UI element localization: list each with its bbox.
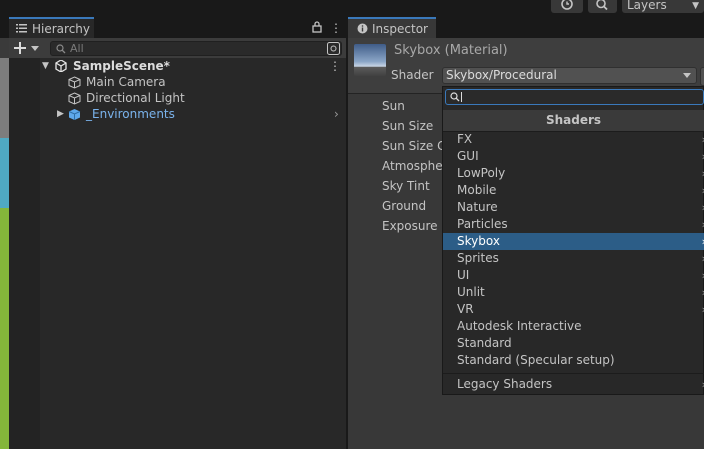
shader-label: Shader: [391, 68, 434, 82]
shader-menu-item-fx[interactable]: FX›: [443, 131, 704, 148]
hierarchy-item-label: Directional Light: [86, 91, 185, 105]
hierarchy-item-environments[interactable]: ▶ _Environments ›: [57, 106, 347, 122]
shader-menu-item-ui[interactable]: UI›: [443, 267, 704, 284]
menu-item-label: Sprites: [457, 251, 499, 265]
shader-menu-item-autodesk-interactive[interactable]: Autodesk Interactive: [443, 318, 704, 335]
shader-menu-item-skybox[interactable]: Skybox›: [443, 233, 704, 250]
menu-item-label: Legacy Shaders: [457, 377, 553, 391]
shader-menu-item-particles[interactable]: Particles›: [443, 216, 704, 233]
layers-label: Layers: [627, 0, 667, 12]
property-sun-size-convergence: Sun Size C: [382, 139, 442, 153]
inspector-tabbar: [436, 17, 704, 38]
hierarchy-gutter: [9, 58, 40, 449]
shader-popup-title: Shaders: [443, 110, 704, 131]
shader-menu-item-vr[interactable]: VR›: [443, 301, 704, 318]
menu-item-label: LowPoly: [457, 166, 506, 180]
menu-item-label: VR: [457, 302, 474, 316]
menu-item-label: Standard (Specular setup): [457, 353, 615, 367]
hierarchy-item-directional-light[interactable]: Directional Light: [68, 90, 338, 106]
search-button[interactable]: [588, 0, 617, 13]
hierarchy-item-label: Main Camera: [86, 75, 166, 89]
hierarchy-item-label: _Environments: [86, 107, 175, 121]
property-atmosphere-thickness: Atmospher: [382, 159, 442, 173]
gameobject-icon: [68, 76, 81, 89]
text-cursor: [461, 92, 462, 102]
menu-item-label: Particles: [457, 217, 508, 231]
menu-item-label: Unlit: [457, 285, 485, 299]
divider: [443, 373, 704, 374]
menu-item-label: FX: [457, 132, 473, 146]
shader-search-input[interactable]: [445, 89, 704, 105]
shader-menu-item-legacy-shaders[interactable]: Legacy Shaders›: [443, 376, 704, 393]
open-prefab-arrow-icon[interactable]: ›: [334, 106, 339, 122]
menu-item-label: Autodesk Interactive: [457, 319, 582, 333]
tab-hierarchy[interactable]: Hierarchy: [9, 17, 94, 38]
edit-shader-button[interactable]: [700, 67, 704, 86]
tab-inspector[interactable]: Inspector: [348, 17, 436, 38]
hierarchy-menu-icon[interactable]: ⋮: [330, 21, 342, 35]
hierarchy-search-placeholder: All: [70, 42, 84, 55]
search-icon: [450, 92, 460, 102]
shader-menu-item-sprites[interactable]: Sprites›: [443, 250, 704, 267]
shader-menu-item-standard[interactable]: Standard: [443, 335, 704, 352]
material-preview-thumbnail: [354, 44, 386, 76]
hierarchy-search-input[interactable]: All: [50, 41, 342, 56]
prefab-icon: [68, 109, 81, 120]
scene-visibility-icon[interactable]: [327, 42, 340, 55]
shader-dropdown-value: Skybox/Procedural: [446, 68, 557, 82]
shader-menu-item-mobile[interactable]: Mobile›: [443, 182, 704, 199]
menu-item-label: GUI: [457, 149, 479, 163]
expand-arrow-icon: ▼: [42, 61, 49, 71]
history-icon: [561, 0, 573, 10]
shader-dropdown[interactable]: Skybox/Procedural: [442, 67, 697, 84]
collapse-arrow-icon[interactable]: ▶: [57, 106, 64, 122]
hierarchy-tab-label: Hierarchy: [32, 22, 91, 36]
scene-name: SampleScene*: [73, 59, 170, 73]
scene-menu-icon[interactable]: ⋮: [329, 58, 341, 74]
shader-menu-item-gui[interactable]: GUI›: [443, 148, 704, 165]
hierarchy-item-main-camera[interactable]: Main Camera: [68, 74, 338, 90]
shader-menu-item-unlit[interactable]: Unlit›: [443, 284, 704, 301]
lock-icon[interactable]: [311, 21, 323, 33]
history-button[interactable]: [551, 0, 583, 13]
list-icon: [16, 24, 27, 33]
gameobject-icon: [68, 92, 81, 105]
chevron-down-icon: [683, 73, 691, 78]
menu-item-label: Nature: [457, 200, 498, 214]
dropdown-arrow-icon: ▼: [692, 1, 699, 11]
create-button[interactable]: [14, 39, 44, 57]
scene-view-edge: [0, 38, 9, 449]
property-sun-size: Sun Size: [382, 119, 434, 133]
inspector-tab-label: Inspector: [372, 22, 428, 36]
shader-menu-item-nature[interactable]: Nature›: [443, 199, 704, 216]
chevron-down-icon: [31, 46, 39, 51]
property-exposure: Exposure: [382, 219, 438, 233]
plus-icon: [14, 42, 26, 54]
layers-dropdown[interactable]: Layers ▼: [622, 0, 704, 13]
search-icon: [596, 0, 608, 11]
search-icon: [56, 44, 66, 54]
property-ground: Ground: [382, 199, 427, 213]
menu-item-label: Standard: [457, 336, 512, 350]
unity-scene-icon: [55, 60, 67, 72]
shader-menu-item-lowpoly[interactable]: LowPoly›: [443, 165, 704, 182]
hierarchy-tabbar: [94, 17, 346, 38]
material-name: Skybox (Material): [394, 43, 508, 58]
menu-item-label: Skybox: [457, 234, 500, 248]
property-sun: Sun: [382, 99, 405, 113]
property-sky-tint: Sky Tint: [382, 179, 430, 193]
shader-menu-item-standard-specular[interactable]: Standard (Specular setup): [443, 352, 704, 369]
menu-item-label: Mobile: [457, 183, 497, 197]
menu-item-label: UI: [457, 268, 470, 282]
info-icon: [357, 23, 368, 34]
scene-row[interactable]: ▼ SampleScene* ⋮: [42, 58, 342, 74]
